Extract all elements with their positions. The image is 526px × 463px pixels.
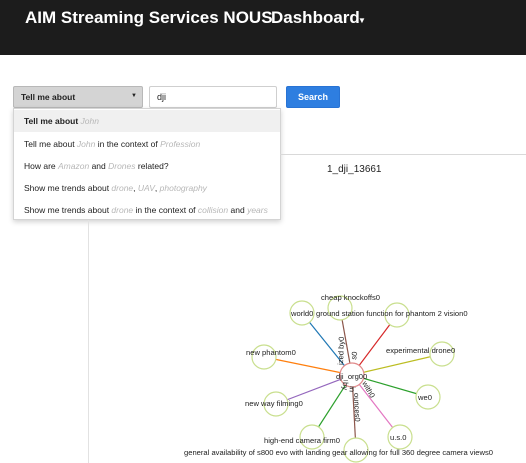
- graph-node-label: u.s.0: [390, 433, 406, 442]
- graph-node-label: world0: [290, 309, 313, 318]
- graph-edge-label: s0: [349, 351, 359, 360]
- graph-node-label: new way filming0: [245, 399, 303, 408]
- graph-edge-label: 0: [363, 372, 367, 381]
- graph-node-label: high-end camera firm0: [264, 436, 340, 445]
- graph-node-label: new phantom0: [246, 348, 296, 357]
- knowledge-graph[interactable]: cheap knockoffs0 world0 ground station fun…: [0, 0, 526, 463]
- graph-edge-label: ized by0: [336, 336, 346, 365]
- graph-edge-label: ounces0: [352, 393, 362, 422]
- graph-node-label: cheap knockoffs0: [321, 293, 380, 302]
- graph-center-label: dji_org0: [336, 372, 363, 381]
- graph-edge-label: in: [347, 386, 357, 393]
- graph-node-label: ground station function for phantom 2 vi…: [316, 309, 468, 318]
- graph-node-label: general availability of s800 evo with la…: [184, 448, 493, 457]
- graph-node-label: we0: [417, 393, 432, 402]
- graph-node-label: experimental drone0: [386, 346, 455, 355]
